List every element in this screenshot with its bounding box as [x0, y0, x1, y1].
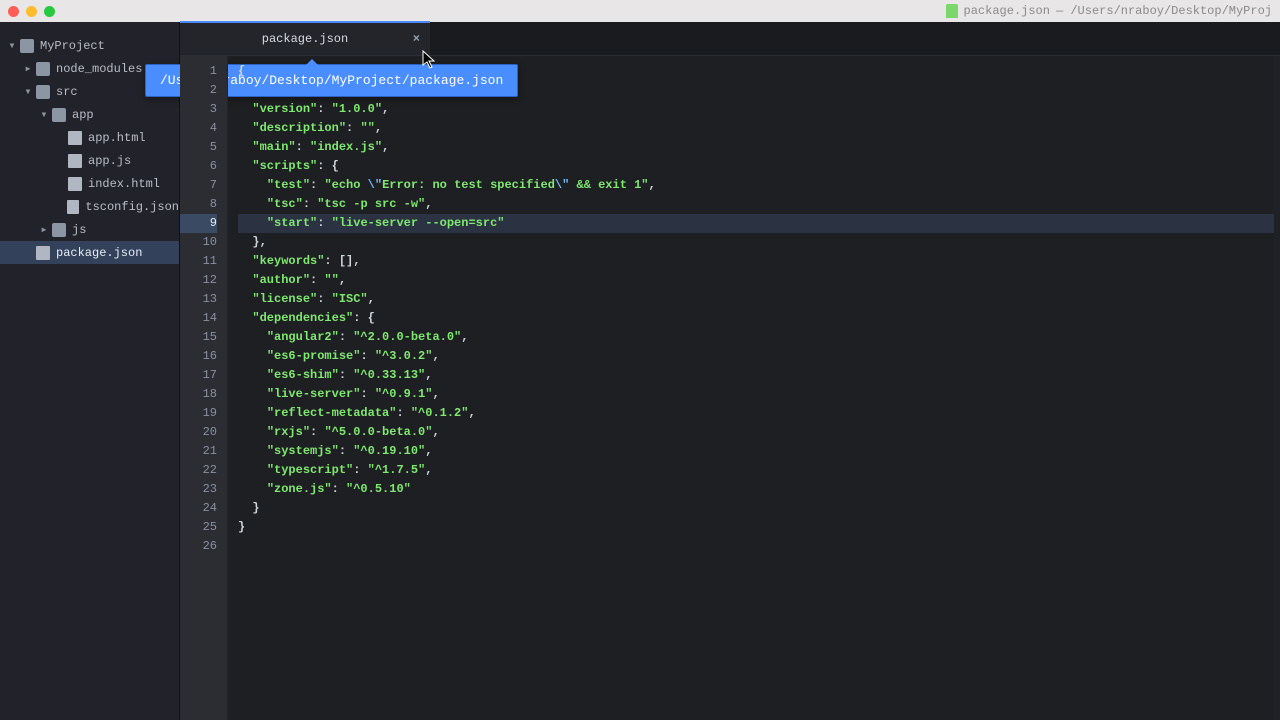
line-number: 15 — [180, 328, 217, 347]
tree-item-label: app.html — [88, 131, 146, 145]
tree-item-label: package.json — [56, 246, 142, 260]
code-line[interactable]: } — [238, 499, 1274, 518]
tree-file-package-json[interactable]: package.json — [0, 241, 179, 264]
tab-package-json[interactable]: package.json × — [180, 21, 430, 55]
code-line[interactable]: "test": "echo \"Error: no test specified… — [238, 176, 1274, 195]
code-line[interactable]: "version": "1.0.0", — [238, 100, 1274, 119]
tree-file-app-html[interactable]: app.html — [0, 126, 179, 149]
line-number: 9 — [180, 214, 217, 233]
code-editor[interactable]: 1234567891011121314151617181920212223242… — [180, 56, 1280, 720]
line-number: 22 — [180, 461, 217, 480]
tab-label: package.json — [262, 32, 348, 46]
code-line[interactable]: "author": "", — [238, 271, 1274, 290]
file-icon — [68, 131, 82, 145]
code-line[interactable]: "tsc": "tsc -p src -w", — [238, 195, 1274, 214]
line-number: 5 — [180, 138, 217, 157]
file-icon — [68, 177, 82, 191]
line-number: 10 — [180, 233, 217, 252]
tree-root[interactable]: ▾MyProject — [0, 34, 179, 57]
window-titlebar: package.json — /Users/nraboy/Desktop/MyP… — [0, 0, 1280, 22]
folder-icon — [36, 62, 50, 76]
code-line[interactable]: "keywords": [], — [238, 252, 1274, 271]
file-tree-sidebar[interactable]: ▾MyProject▸node_modules▾src▾appapp.htmla… — [0, 22, 180, 720]
minimap-strip[interactable] — [1274, 56, 1280, 720]
window-title: package.json — /Users/nraboy/Desktop/MyP… — [946, 4, 1272, 18]
code-line[interactable]: "description": "", — [238, 119, 1274, 138]
tree-item-label: index.html — [88, 177, 160, 191]
code-line[interactable]: "systemjs": "^0.19.10", — [238, 442, 1274, 461]
folder-icon — [52, 108, 66, 122]
line-number: 1 — [180, 62, 217, 81]
code-line[interactable]: "scripts": { — [238, 157, 1274, 176]
code-line[interactable]: "es6-promise": "^3.0.2", — [238, 347, 1274, 366]
code-line[interactable]: "angular2": "^2.0.0-beta.0", — [238, 328, 1274, 347]
line-number: 11 — [180, 252, 217, 271]
line-number: 17 — [180, 366, 217, 385]
folder-icon — [52, 223, 66, 237]
line-number: 12 — [180, 271, 217, 290]
file-icon — [946, 4, 958, 18]
close-icon[interactable]: × — [413, 32, 420, 46]
code-line[interactable]: "live-server": "^0.9.1", — [238, 385, 1274, 404]
code-line[interactable]: "license": "ISC", — [238, 290, 1274, 309]
tree-file-app-js[interactable]: app.js — [0, 149, 179, 172]
line-number: 26 — [180, 537, 217, 556]
line-number: 13 — [180, 290, 217, 309]
code-line[interactable]: "rxjs": "^5.0.0-beta.0", — [238, 423, 1274, 442]
line-number: 24 — [180, 499, 217, 518]
file-icon — [67, 200, 80, 214]
line-number: 3 — [180, 100, 217, 119]
line-number: 19 — [180, 404, 217, 423]
tab-bar[interactable]: package.json × — [180, 22, 1280, 56]
file-icon — [68, 154, 82, 168]
line-number-gutter: 1234567891011121314151617181920212223242… — [180, 56, 228, 720]
line-number: 4 — [180, 119, 217, 138]
traffic-lights[interactable] — [8, 6, 55, 17]
tree-item-label: app.js — [88, 154, 131, 168]
code-line[interactable]: } — [238, 518, 1274, 537]
code-line[interactable]: "reflect-metadata": "^0.1.2", — [238, 404, 1274, 423]
line-number: 2 — [180, 81, 217, 100]
tree-folder-app[interactable]: ▾app — [0, 103, 179, 126]
line-number: 25 — [180, 518, 217, 537]
tree-item-label: tsconfig.json — [85, 200, 179, 214]
line-number: 18 — [180, 385, 217, 404]
title-pathtail: — /Users/nraboy/Desktop/MyProj — [1056, 4, 1272, 18]
close-window-icon[interactable] — [8, 6, 19, 17]
tree-item-label: node_modules — [56, 62, 142, 76]
line-number: 8 — [180, 195, 217, 214]
code-line[interactable]: { — [238, 62, 1274, 81]
code-line[interactable]: "main": "index.js", — [238, 138, 1274, 157]
code-line[interactable]: }, — [238, 233, 1274, 252]
minimize-window-icon[interactable] — [26, 6, 37, 17]
code-line[interactable]: "typescript": "^1.7.5", — [238, 461, 1274, 480]
tree-folder-js[interactable]: ▸js — [0, 218, 179, 241]
tree-item-label: src — [56, 85, 78, 99]
tree-file-tsconfig-json[interactable]: tsconfig.json — [0, 195, 179, 218]
code-line[interactable]: "start": "live-server --open=src" — [238, 214, 1274, 233]
code-line[interactable]: "es6-shim": "^0.33.13", — [238, 366, 1274, 385]
line-number: 6 — [180, 157, 217, 176]
code-line[interactable]: "dependencies": { — [238, 309, 1274, 328]
line-number: 20 — [180, 423, 217, 442]
tree-file-index-html[interactable]: index.html — [0, 172, 179, 195]
tree-item-label: js — [72, 223, 86, 237]
code-area[interactable]: { "version": "1.0.0", "description": "",… — [228, 56, 1274, 720]
line-number: 14 — [180, 309, 217, 328]
line-number: 21 — [180, 442, 217, 461]
file-icon — [36, 246, 50, 260]
title-filename: package.json — [964, 4, 1050, 18]
zoom-window-icon[interactable] — [44, 6, 55, 17]
tree-item-label: app — [72, 108, 94, 122]
line-number: 16 — [180, 347, 217, 366]
code-line[interactable] — [238, 81, 1274, 100]
folder-icon — [36, 85, 50, 99]
line-number: 7 — [180, 176, 217, 195]
line-number: 23 — [180, 480, 217, 499]
code-line[interactable]: "zone.js": "^0.5.10" — [238, 480, 1274, 499]
